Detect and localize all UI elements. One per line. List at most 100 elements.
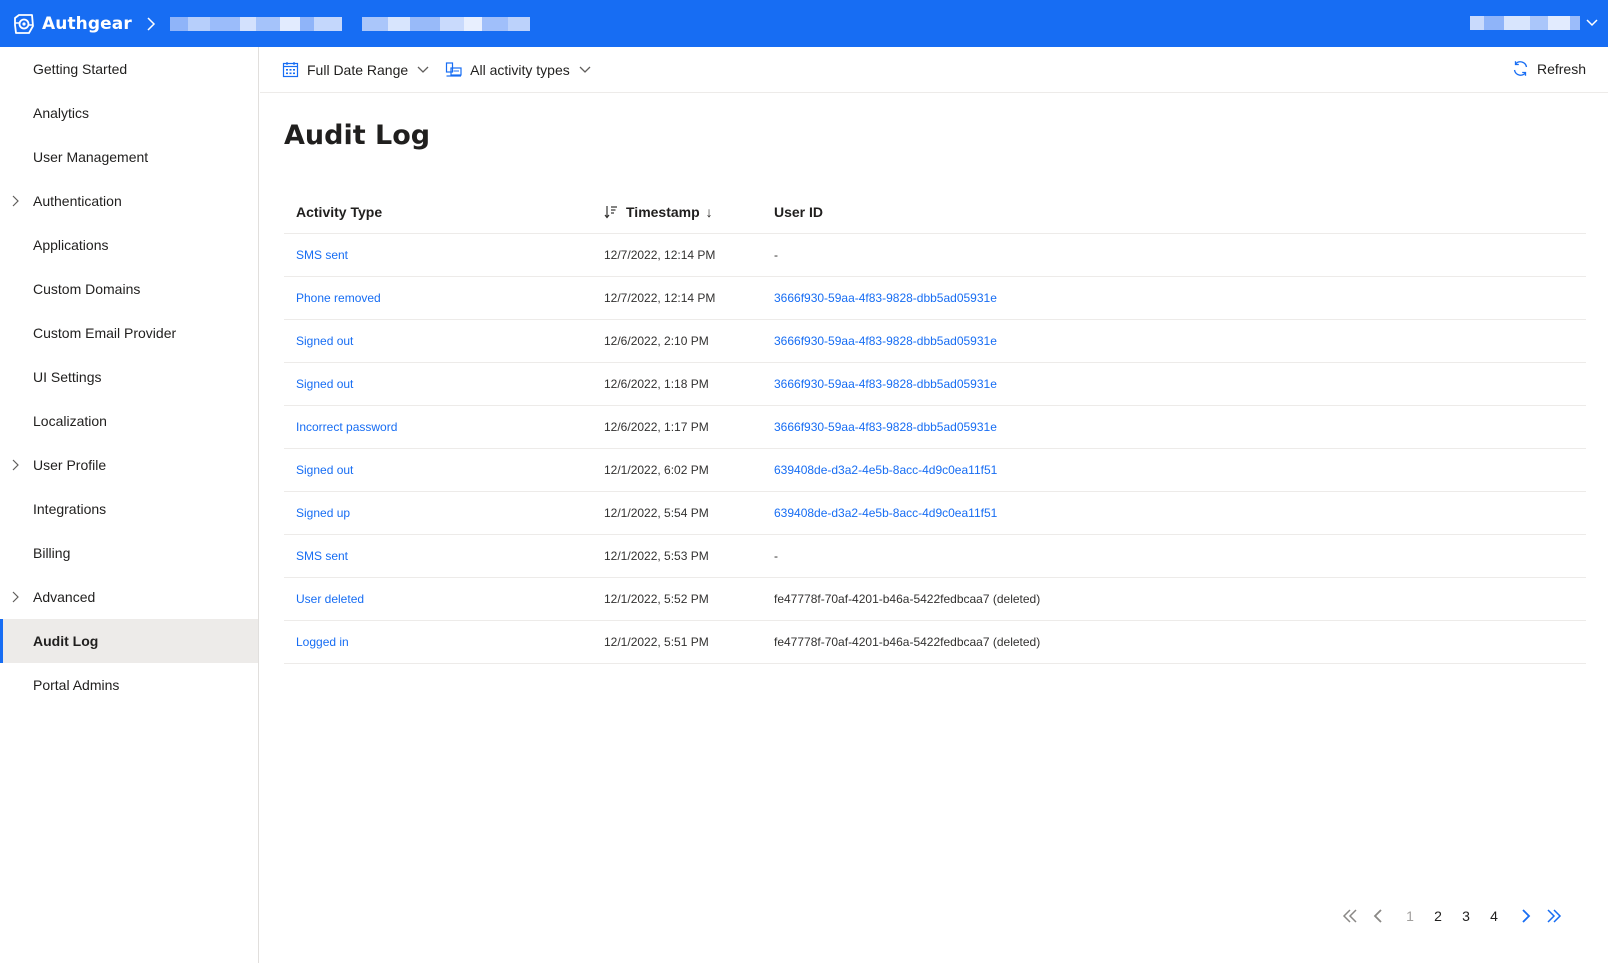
chevron-right-icon[interactable] [10, 195, 20, 207]
sidebar-nav: Getting Started Analytics User Management A… [0, 47, 259, 963]
sidebar-item-advanced[interactable]: Advanced [0, 575, 258, 619]
sidebar-item-label: Applications [33, 237, 109, 253]
sidebar-item-label: Advanced [33, 589, 96, 605]
page-title: Audit Log [284, 120, 431, 151]
table-row: Signed up 12/1/2022, 5:54 PM 639408de-d3a2… [284, 492, 1586, 535]
next-page-button[interactable] [1512, 904, 1540, 928]
page-numbers: 1234 [1396, 908, 1508, 924]
timestamp-cell: 12/6/2022, 1:18 PM [604, 377, 709, 391]
user-id-link[interactable]: 3666f930-59aa-4f83-9828-dbb5ad05931e [774, 377, 1586, 391]
table-row: Logged in 12/1/2022, 5:51 PM fe47778f-70af… [284, 621, 1586, 664]
activity-type-link[interactable]: Signed out [284, 334, 604, 348]
sidebar-item-label: Localization [33, 413, 107, 429]
sidebar-item-label: User Management [33, 149, 149, 165]
sidebar-item-localization[interactable]: Localization [0, 399, 258, 443]
timestamp-cell: 12/6/2022, 2:10 PM [604, 334, 709, 348]
activity-type-link[interactable]: Signed out [284, 377, 604, 391]
chevron-down-icon [1586, 19, 1598, 27]
refresh-label: Refresh [1536, 60, 1586, 77]
activity-type-link[interactable]: Incorrect password [284, 420, 604, 434]
refresh-icon [1513, 61, 1528, 76]
sidebar-item-user-management[interactable]: User Management [0, 135, 258, 179]
pagination: 1234 [1336, 904, 1568, 928]
table-row: SMS sent 12/1/2022, 5:53 PM - [284, 535, 1586, 578]
sidebar-item-label: User Profile [33, 457, 107, 473]
timestamp-cell: 12/1/2022, 5:52 PM [604, 592, 709, 606]
sidebar-item-analytics[interactable]: Analytics [0, 91, 258, 135]
sidebar-item-label: Custom Email Provider [33, 325, 177, 341]
refresh-button[interactable]: Refresh [1512, 60, 1586, 77]
sidebar-item-label: Audit Log [33, 633, 99, 649]
sidebar-item-label: Portal Admins [33, 677, 120, 693]
table-row: SMS sent 12/7/2022, 12:14 PM - [284, 234, 1586, 277]
brand[interactable]: Authgear [12, 12, 132, 36]
timestamp-cell: 12/7/2022, 12:14 PM [604, 291, 716, 305]
sort-descending-arrow-icon: ↓ [705, 203, 713, 220]
sidebar-item-label: Custom Domains [33, 281, 141, 297]
activity-type-link[interactable]: Signed up [284, 506, 604, 520]
activity-type-link[interactable]: Logged in [284, 635, 604, 649]
page-number-1[interactable]: 1 [1396, 908, 1424, 924]
activity-type-link[interactable]: User deleted [284, 592, 604, 606]
date-range-dropdown[interactable]: Full Date Range [282, 61, 429, 78]
sidebar-item-ui-settings[interactable]: UI Settings [0, 355, 258, 399]
double-chevron-right-icon [1547, 909, 1562, 923]
sort-icon [604, 205, 617, 218]
last-page-button[interactable] [1540, 904, 1568, 928]
sidebar-item-custom-domains[interactable]: Custom Domains [0, 267, 258, 311]
user-id-cell: fe47778f-70af-4201-b46a-5422fedbcaa7 (de… [774, 592, 1041, 606]
activity-type-link[interactable]: SMS sent [284, 549, 604, 563]
account-menu[interactable] [1470, 16, 1598, 30]
breadcrumb-chevron-icon [147, 16, 155, 31]
sidebar-item-user-profile[interactable]: User Profile [0, 443, 258, 487]
account-name-redacted [1470, 16, 1580, 30]
sidebar-item-audit-log[interactable]: Audit Log [0, 619, 258, 663]
user-id-link[interactable]: 3666f930-59aa-4f83-9828-dbb5ad05931e [774, 291, 1586, 305]
sidebar-item-getting-started[interactable]: Getting Started [0, 47, 258, 91]
audit-log-table: Activity Type Timestamp ↓ User ID SMS se… [284, 190, 1586, 664]
activity-type-dropdown[interactable]: All activity types [445, 61, 591, 78]
user-id-cell: fe47778f-70af-4201-b46a-5422fedbcaa7 (de… [774, 635, 1041, 649]
page-number-4[interactable]: 4 [1480, 908, 1508, 924]
activity-type-link[interactable]: Phone removed [284, 291, 604, 305]
timestamp-label: Timestamp [626, 203, 700, 220]
activity-type-label: All activity types [470, 61, 570, 78]
sidebar-item-integrations[interactable]: Integrations [0, 487, 258, 531]
timestamp-cell: 12/1/2022, 5:53 PM [604, 549, 709, 563]
sidebar-item-custom-email-provider[interactable]: Custom Email Provider [0, 311, 258, 355]
sidebar-item-label: Authentication [33, 193, 122, 209]
timestamp-cell: 12/7/2022, 12:14 PM [604, 248, 716, 262]
activity-type-link[interactable]: SMS sent [284, 248, 604, 262]
chevron-right-icon [1522, 909, 1531, 923]
user-id-cell: - [774, 248, 778, 262]
user-id-link[interactable]: 639408de-d3a2-4e5b-8acc-4d9c0ea11f51 [774, 506, 1586, 520]
page-number-3[interactable]: 3 [1452, 908, 1480, 924]
first-page-button[interactable] [1336, 904, 1364, 928]
column-header-activity-type[interactable]: Activity Type [284, 204, 604, 220]
user-id-link[interactable]: 3666f930-59aa-4f83-9828-dbb5ad05931e [774, 420, 1586, 434]
sidebar-item-applications[interactable]: Applications [0, 223, 258, 267]
command-bar: Full Date Range All activity types Refre… [260, 47, 1608, 93]
sidebar-item-label: Analytics [33, 105, 90, 121]
column-header-user-id[interactable]: User ID [774, 204, 1586, 220]
column-header-timestamp[interactable]: Timestamp ↓ [604, 204, 774, 220]
table-body: SMS sent 12/7/2022, 12:14 PM - Phone remove… [284, 234, 1586, 664]
user-id-link[interactable]: 3666f930-59aa-4f83-9828-dbb5ad05931e [774, 334, 1586, 348]
chevron-left-icon [1373, 909, 1382, 923]
table-row: Signed out 12/6/2022, 2:10 PM 3666f930-59a… [284, 320, 1586, 363]
sidebar-item-billing[interactable]: Billing [0, 531, 258, 575]
activity-type-link[interactable]: Signed out [284, 463, 604, 477]
sidebar-item-authentication[interactable]: Authentication [0, 179, 258, 223]
chevron-down-icon [417, 66, 429, 73]
project-name-redacted[interactable] [169, 16, 530, 31]
chevron-right-icon[interactable] [10, 459, 20, 471]
chevron-down-icon [579, 66, 591, 73]
authgear-logo-icon [14, 13, 34, 34]
user-id-link[interactable]: 639408de-d3a2-4e5b-8acc-4d9c0ea11f51 [774, 463, 1586, 477]
sidebar-item-label: Integrations [33, 501, 107, 517]
sidebar-item-portal-admins[interactable]: Portal Admins [0, 663, 258, 707]
chevron-right-icon[interactable] [10, 591, 20, 603]
page-number-2[interactable]: 2 [1424, 908, 1452, 924]
table-row: Signed out 12/1/2022, 6:02 PM 639408de-d3a… [284, 449, 1586, 492]
previous-page-button[interactable] [1364, 904, 1392, 928]
